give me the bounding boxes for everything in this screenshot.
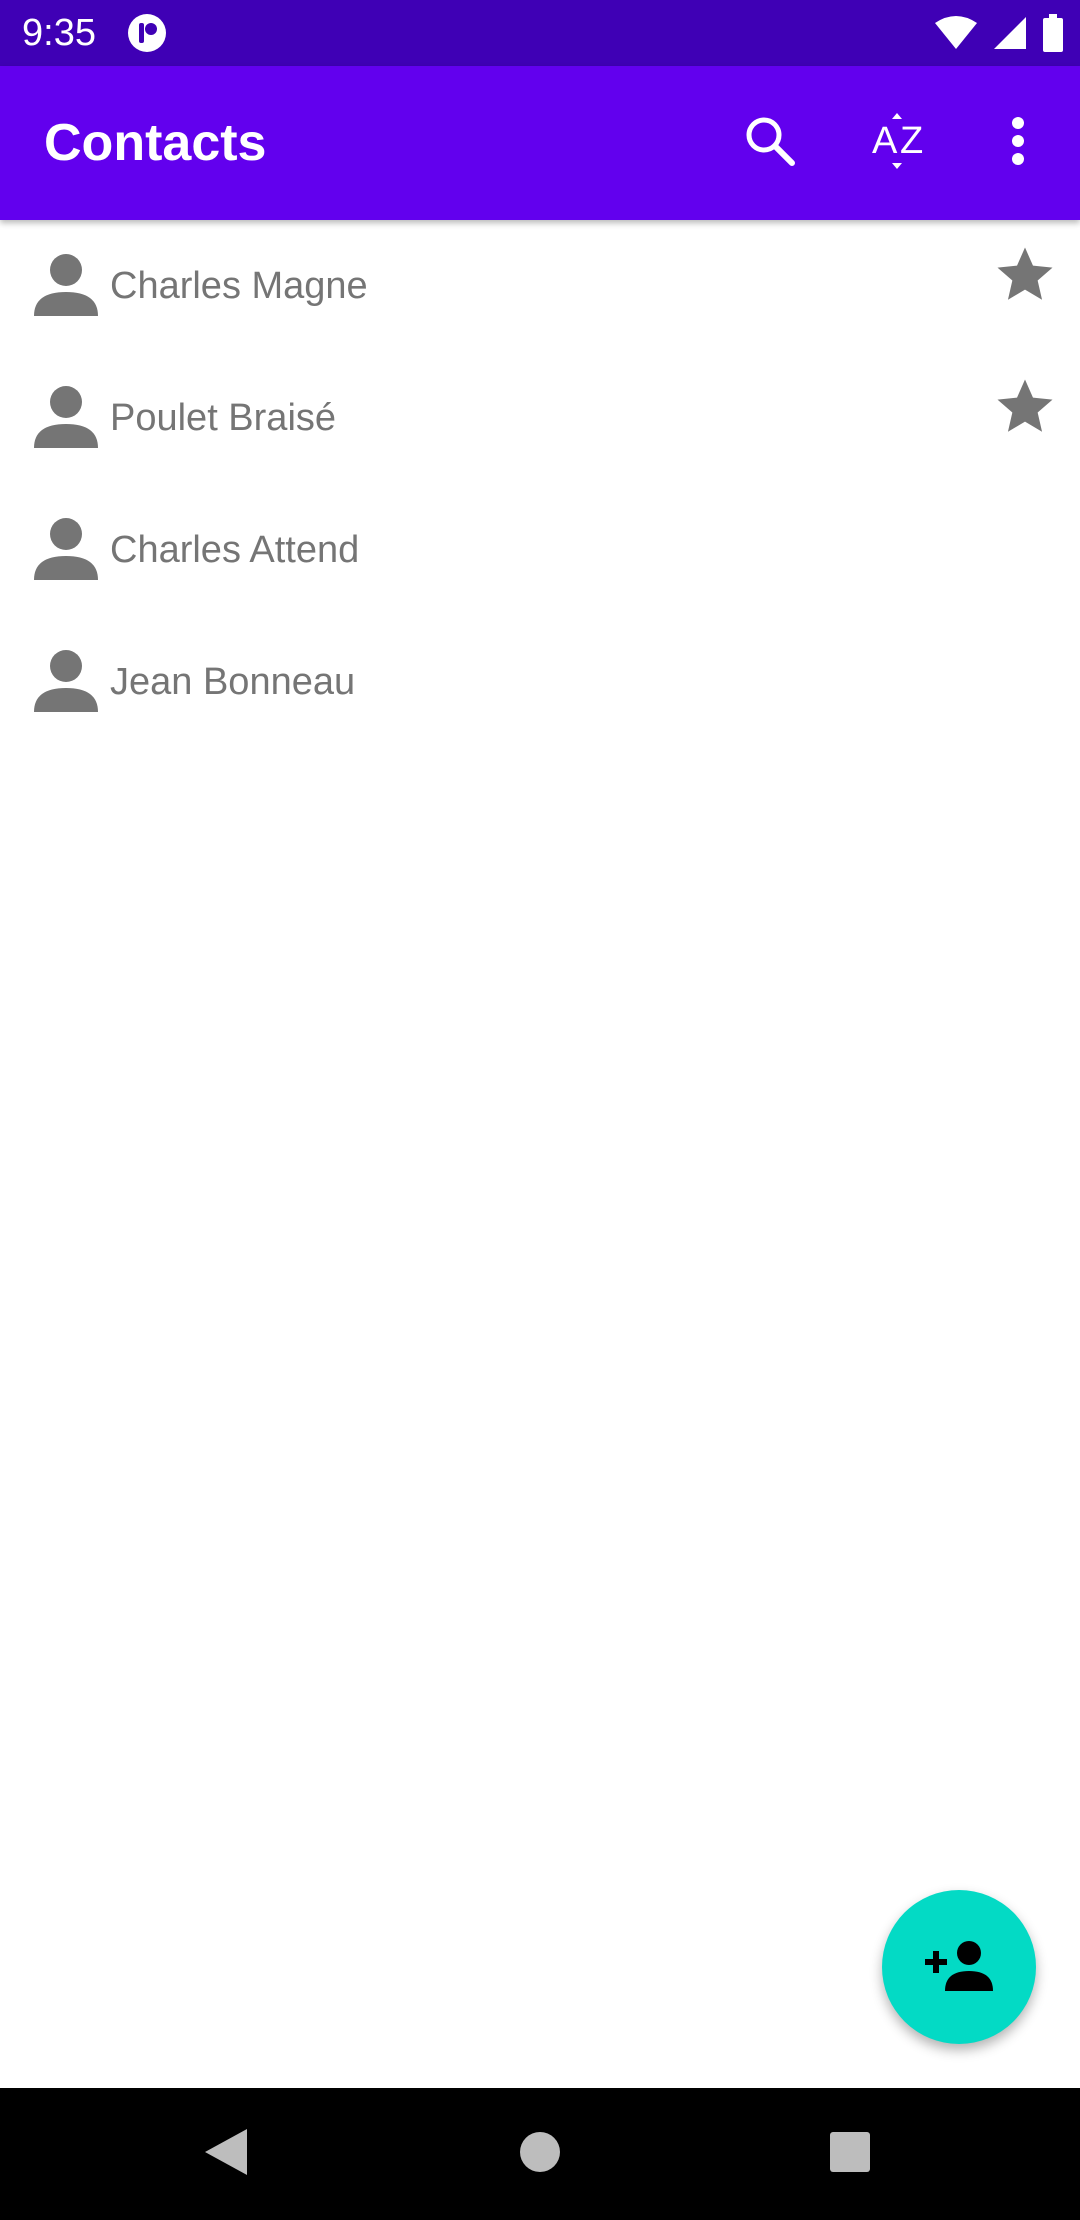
star-icon[interactable] [992, 374, 1058, 440]
contact-row[interactable]: Jean Bonneau [0, 616, 1080, 748]
search-icon [742, 113, 798, 174]
back-icon [203, 2127, 249, 2182]
contact-name: Poulet Braisé [110, 397, 337, 439]
svg-text:A: A [872, 120, 898, 162]
search-button[interactable] [728, 101, 812, 185]
home-icon [518, 2130, 562, 2179]
status-icons [934, 12, 1064, 54]
contact-row[interactable]: Charles Magne [0, 220, 1080, 352]
person-icon [30, 382, 102, 454]
back-button[interactable] [196, 2124, 256, 2184]
contact-row[interactable]: Poulet Braisé [0, 352, 1080, 484]
recents-icon [829, 2131, 871, 2178]
cell-signal-icon [992, 15, 1028, 51]
contacts-screen: 9:35 Contacts A Z Charles Magne Poulet B… [0, 0, 1080, 2220]
person-icon [30, 514, 102, 586]
svg-text:Z: Z [900, 120, 923, 162]
wifi-icon [934, 15, 978, 51]
status-time: 9:35 [22, 12, 96, 54]
star-icon[interactable] [992, 242, 1058, 308]
add-contact-button[interactable] [882, 1890, 1036, 2044]
contact-name: Charles Magne [110, 265, 368, 307]
contact-row[interactable]: Charles Attend [0, 484, 1080, 616]
system-nav-bar [0, 2088, 1080, 2220]
contact-name: Jean Bonneau [110, 661, 356, 703]
app-notification-icon [126, 12, 168, 54]
home-button[interactable] [510, 2124, 570, 2184]
status-bar: 9:35 [0, 0, 1080, 66]
contact-list: Charles Magne Poulet Braisé Charles Atte… [0, 220, 1080, 748]
page-title: Contacts [44, 114, 267, 172]
person-icon [30, 646, 102, 718]
sort-button[interactable]: A Z [860, 101, 944, 185]
person-icon [30, 250, 102, 322]
more-options-button[interactable] [976, 101, 1060, 185]
sort-az-icon: A Z [870, 109, 934, 178]
battery-icon [1042, 14, 1064, 52]
contact-name: Charles Attend [110, 529, 360, 571]
app-bar: Contacts A Z [0, 66, 1080, 220]
person-add-icon [925, 1939, 993, 1996]
more-vert-icon [1010, 116, 1026, 171]
recents-button[interactable] [820, 2124, 880, 2184]
